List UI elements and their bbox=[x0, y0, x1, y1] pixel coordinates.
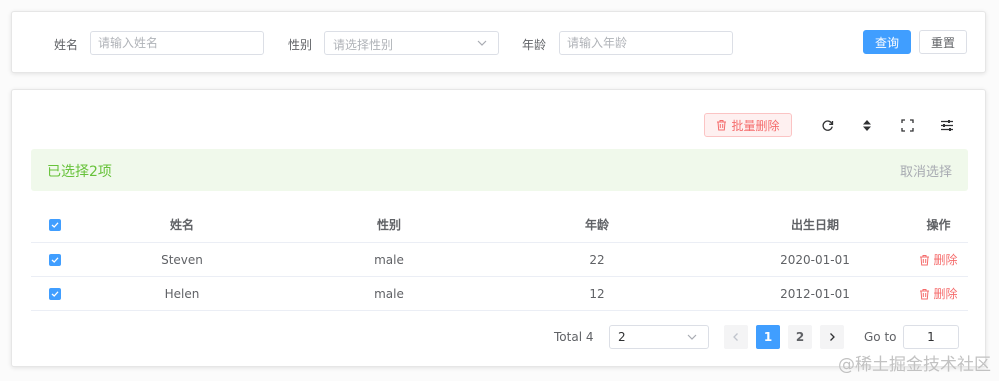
trash-icon bbox=[920, 254, 930, 265]
batch-delete-label: 批量删除 bbox=[731, 118, 780, 133]
chevron-down-icon bbox=[687, 334, 697, 340]
header-age: 年龄 bbox=[584, 218, 609, 232]
reset-button[interactable]: 重置 bbox=[919, 30, 967, 54]
gender-label: 性别 bbox=[288, 38, 313, 52]
table-row: Steven male 22 2020-01-01 删除 bbox=[31, 243, 968, 277]
page-2-button[interactable]: 2 bbox=[788, 325, 812, 349]
table-panel: 批量删除 已选择2项 取消选择 姓名 性别 年龄 出生日期 操作 Steven … bbox=[11, 89, 986, 367]
chevron-right-icon bbox=[830, 333, 835, 341]
gender-select[interactable]: 请选择性别 bbox=[324, 31, 499, 55]
header-gender: 性别 bbox=[376, 218, 401, 232]
header-birth: 出生日期 bbox=[790, 218, 839, 232]
fullscreen-icon[interactable] bbox=[899, 117, 915, 133]
data-table: 姓名 性别 年龄 出生日期 操作 Steven male 22 2020-01-… bbox=[31, 207, 968, 311]
page-size-select[interactable]: 2 bbox=[609, 325, 709, 349]
cancel-selection-link[interactable]: 取消选择 bbox=[900, 161, 952, 180]
gender-select-placeholder: 请选择性别 bbox=[333, 38, 394, 52]
page-size-value: 2 bbox=[618, 330, 626, 344]
cell-birth: 2020-01-01 bbox=[780, 252, 850, 267]
header-op: 操作 bbox=[926, 218, 951, 232]
column-settings-icon[interactable] bbox=[939, 117, 955, 133]
row-checkbox[interactable] bbox=[49, 253, 61, 266]
batch-delete-button[interactable]: 批量删除 bbox=[704, 113, 792, 137]
search-panel: 姓名 性别 请选择性别 年龄 查询 重置 bbox=[11, 11, 986, 73]
row-delete-label: 删除 bbox=[933, 287, 958, 301]
selection-alert: 已选择2项 取消选择 bbox=[31, 149, 968, 191]
sort-icon[interactable] bbox=[859, 117, 875, 133]
next-page-button[interactable] bbox=[820, 325, 844, 349]
row-delete-button[interactable]: 删除 bbox=[919, 285, 958, 302]
goto-page-input[interactable]: 1 bbox=[903, 325, 959, 349]
trash-icon bbox=[920, 288, 930, 299]
cell-name: Steven bbox=[161, 252, 203, 267]
row-delete-button[interactable]: 删除 bbox=[919, 251, 958, 268]
cell-age: 12 bbox=[589, 286, 605, 301]
table-header: 姓名 性别 年龄 出生日期 操作 bbox=[31, 207, 968, 243]
watermark: @稀土掘金技术社区 bbox=[838, 355, 991, 375]
cell-birth: 2012-01-01 bbox=[780, 286, 850, 301]
header-name: 姓名 bbox=[169, 218, 194, 232]
name-input[interactable] bbox=[90, 31, 264, 55]
page-1-button[interactable]: 1 bbox=[756, 325, 780, 349]
chevron-left-icon bbox=[733, 333, 738, 341]
pagination-total: Total 4 bbox=[554, 330, 594, 344]
refresh-icon[interactable] bbox=[819, 117, 835, 133]
cell-name: Helen bbox=[164, 286, 200, 301]
check-icon bbox=[51, 290, 59, 297]
table-row: Helen male 12 2012-01-01 删除 bbox=[31, 277, 968, 311]
name-label: 姓名 bbox=[54, 38, 79, 52]
check-icon bbox=[51, 221, 59, 228]
age-input[interactable] bbox=[559, 31, 733, 55]
check-icon bbox=[51, 256, 59, 263]
select-all-checkbox[interactable] bbox=[49, 218, 61, 231]
cell-age: 22 bbox=[589, 252, 605, 267]
row-checkbox[interactable] bbox=[49, 287, 61, 300]
age-label: 年龄 bbox=[522, 38, 547, 52]
row-delete-label: 删除 bbox=[933, 253, 958, 267]
trash-icon bbox=[717, 120, 727, 131]
chevron-down-icon bbox=[477, 40, 487, 46]
prev-page-button[interactable] bbox=[724, 325, 748, 349]
selected-count-text: 已选择2项 bbox=[47, 164, 112, 180]
cell-gender: male bbox=[374, 286, 404, 301]
query-button[interactable]: 查询 bbox=[863, 30, 911, 54]
cell-gender: male bbox=[374, 252, 404, 267]
